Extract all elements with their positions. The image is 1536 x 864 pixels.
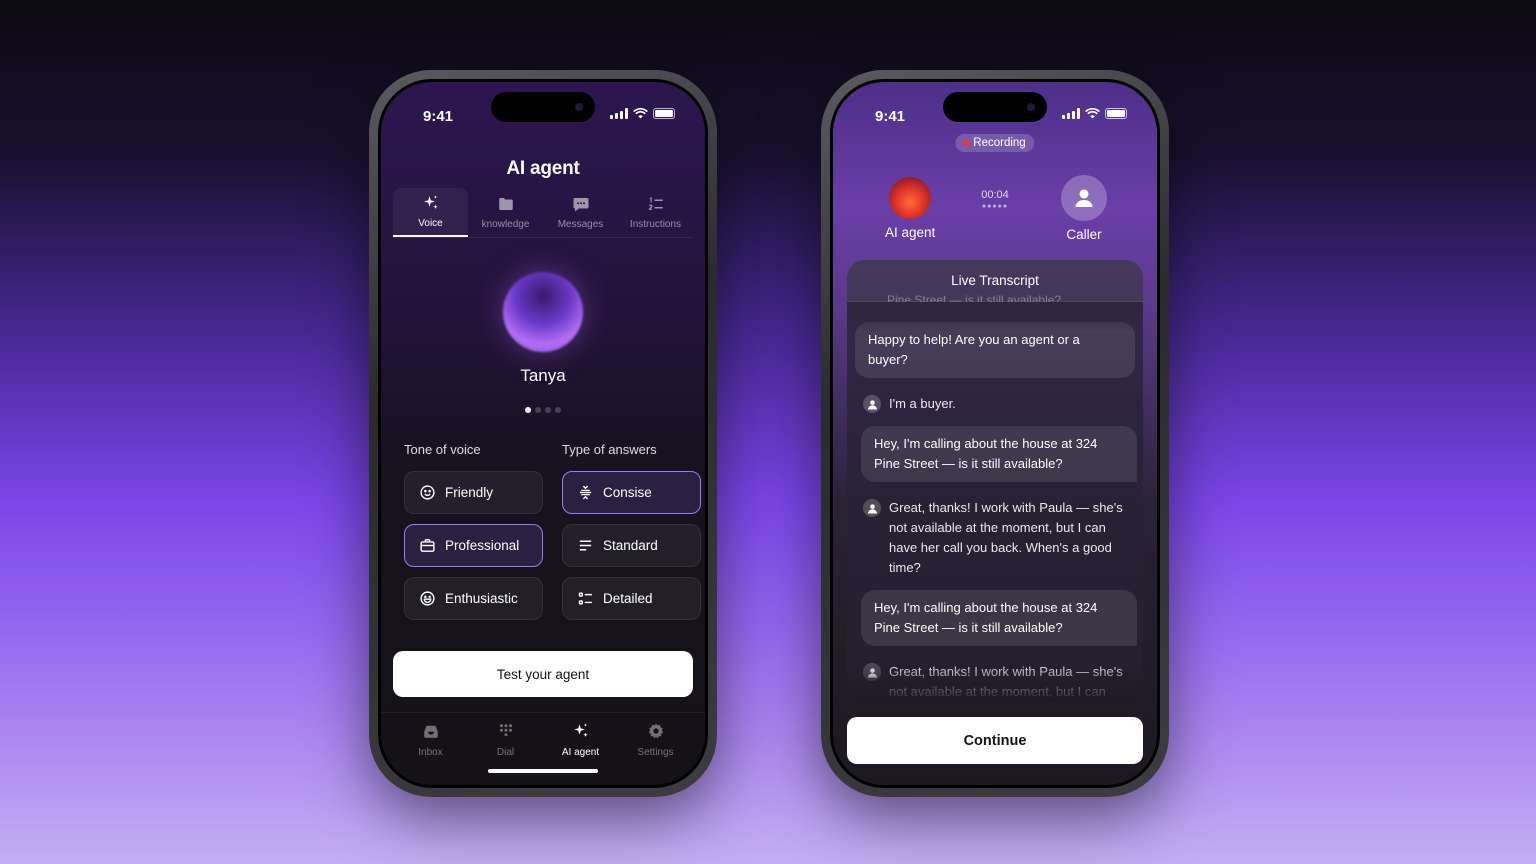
dialpad-icon [499, 724, 512, 737]
answer-option-detailed[interactable]: Detailed [562, 577, 701, 620]
home-indicator [488, 769, 598, 773]
caller-message: I'm a buyer. [855, 388, 1135, 420]
voice-avatar-orb[interactable] [503, 272, 583, 352]
timer-dots-icon: ●●●●● [981, 203, 1009, 210]
participant-ai-agent: AI agent [885, 177, 935, 240]
transcript-list[interactable]: Pine Street — is it still available? Hap… [847, 293, 1143, 702]
grin-icon [420, 591, 435, 606]
dynamic-island [491, 92, 595, 122]
detailed-list-icon [578, 592, 592, 605]
continue-button[interactable]: Continue [847, 717, 1143, 764]
caller-message-text: I'm a buyer. [889, 396, 956, 411]
signal-icon [1062, 108, 1080, 119]
nav-dial[interactable]: Dial [468, 713, 543, 772]
caller-message-text: Great, thanks! I work with Paula — she's… [889, 664, 1123, 699]
tab-instructions[interactable]: Instructions [618, 188, 693, 237]
agent-message: Hey, I'm calling about the house at 324 … [861, 426, 1137, 482]
tab-knowledge[interactable]: knowledge [468, 188, 543, 237]
participant-caller: Caller [1061, 175, 1107, 242]
gear-icon [648, 723, 663, 739]
wifi-icon [633, 108, 648, 119]
tab-label: Messages [557, 219, 604, 230]
battery-icon [1105, 108, 1127, 119]
tone-option-enthusiastic[interactable]: Enthusiastic [404, 577, 543, 620]
person-icon [863, 663, 881, 681]
voice-pager-dots[interactable] [525, 407, 561, 413]
tab-voice[interactable]: Voice [393, 188, 468, 237]
participant-label: AI agent [885, 225, 936, 240]
person-icon [863, 395, 881, 413]
live-transcript-panel[interactable]: Live Transcript Pine Street — is it stil… [847, 260, 1143, 702]
agent-message: Hey, I'm calling about the house at 324 … [861, 590, 1137, 646]
battery-icon [653, 108, 675, 119]
option-label: Standard [603, 538, 658, 553]
nav-settings[interactable]: Settings [618, 713, 693, 772]
recording-dot-icon [963, 140, 970, 146]
folder-icon [498, 198, 513, 210]
agent-name: Tanya [520, 366, 566, 385]
call-duration: 00:04 [981, 189, 1009, 201]
caller-message: Great, thanks! I work with Paula — she's… [855, 492, 1135, 584]
list-icon [648, 196, 663, 210]
recording-label: Recording [973, 137, 1026, 149]
test-agent-button[interactable]: Test your agent [393, 651, 693, 697]
call-timer: 00:04 ●●●●● [981, 189, 1009, 210]
tone-option-professional[interactable]: Professional [404, 524, 543, 567]
tone-of-voice-label: Tone of voice [404, 442, 481, 457]
tab-bar: Voice knowledge Messages Instructions [393, 188, 693, 238]
status-bar: 9:41 [381, 82, 705, 132]
compress-icon [579, 485, 592, 500]
clipped-message: Pine Street — is it still available? [887, 293, 1062, 307]
caller-avatar [1061, 175, 1107, 221]
option-label: Consise [603, 485, 652, 500]
caller-message-text: Great, thanks! I work with Paula — she's… [889, 500, 1123, 575]
answer-option-standard[interactable]: Standard [562, 524, 701, 567]
briefcase-icon [420, 539, 435, 552]
nav-inbox[interactable]: Inbox [393, 713, 468, 772]
option-label: Professional [445, 538, 520, 553]
wifi-icon [1085, 108, 1100, 119]
dynamic-island [943, 92, 1047, 122]
status-time: 9:41 [875, 108, 906, 125]
option-label: Friendly [445, 485, 494, 500]
tab-label: Voice [418, 218, 443, 229]
nav-label: Settings [637, 747, 674, 758]
signal-icon [610, 108, 628, 119]
participant-label: Caller [1066, 227, 1102, 242]
nav-label: Dial [496, 747, 515, 758]
tab-messages[interactable]: Messages [543, 188, 618, 237]
nav-ai-agent[interactable]: AI agent [543, 713, 618, 772]
tone-option-friendly[interactable]: Friendly [404, 471, 543, 514]
answer-option-consise[interactable]: Consise [562, 471, 701, 514]
ai-agent-avatar [889, 177, 932, 219]
type-of-answers-label: Type of answers [562, 442, 657, 457]
sparkle-icon [423, 195, 438, 209]
lines-icon [579, 540, 592, 551]
person-icon [863, 499, 881, 517]
tab-label: Instructions [629, 219, 682, 230]
nav-label: Inbox [418, 747, 443, 758]
option-label: Enthusiastic [445, 591, 518, 606]
nav-label: AI agent [561, 747, 600, 758]
smile-icon [420, 485, 435, 500]
phone-ai-agent-settings: 9:41 AI agent Voice knowledge Messages I… [369, 70, 717, 797]
tab-label: knowledge [481, 219, 530, 230]
phone-live-call: 9:41 Recording AI agent 00:04 ●●●●● Call… [821, 70, 1169, 797]
person-icon [1075, 189, 1093, 207]
sparkle-icon [573, 723, 588, 737]
page-title: AI agent [506, 158, 580, 179]
agent-message: Happy to help! Are you an agent or a buy… [855, 322, 1135, 378]
bottom-tab-bar: Inbox Dial AI agent Settings [381, 712, 705, 772]
status-bar: 9:41 [833, 82, 1157, 132]
inbox-icon [423, 725, 438, 738]
recording-badge: Recording [955, 134, 1035, 152]
option-label: Detailed [603, 591, 653, 606]
message-icon [573, 198, 588, 212]
caller-message: Great, thanks! I work with Paula — she's… [855, 656, 1135, 702]
status-time: 9:41 [423, 108, 454, 125]
